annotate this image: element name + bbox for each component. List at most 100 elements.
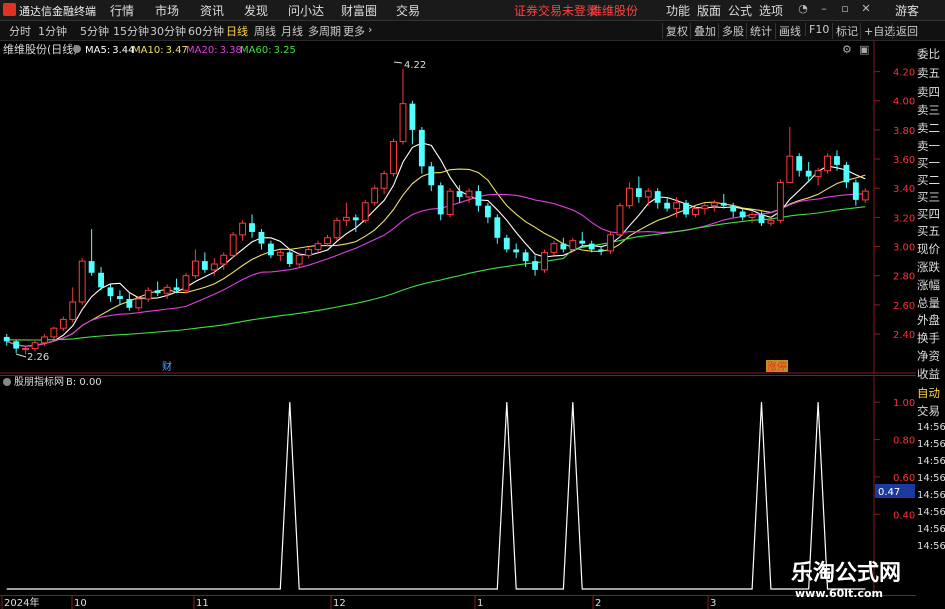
menu-trade[interactable]: 交易: [396, 2, 420, 19]
candle[interactable]: [616, 202, 624, 238]
price-tick-label: 2.80: [893, 272, 915, 283]
price-tick-label: 2.60: [893, 301, 915, 312]
tool-draw[interactable]: 画线: [775, 23, 801, 39]
price-tick-label: 3.80: [893, 126, 915, 137]
period-daily[interactable]: 日线: [226, 23, 248, 39]
close-icon[interactable]: ✕: [859, 2, 873, 16]
side-bid4[interactable]: 买四: [917, 206, 945, 222]
menu-market[interactable]: 市场: [155, 2, 179, 19]
watermark-title: 乐淘公式网: [791, 561, 902, 586]
side-bid2[interactable]: 买二: [917, 172, 945, 188]
guest-label[interactable]: 游客: [895, 2, 919, 19]
side-time: 14:56: [917, 524, 945, 535]
menu-quotes[interactable]: 行情: [110, 2, 134, 19]
period-intraday[interactable]: 分时: [9, 23, 31, 39]
side-ask5[interactable]: 卖五: [917, 65, 945, 81]
tool-adjust[interactable]: 复权: [662, 23, 688, 39]
indicator-tick-label: 0.80: [893, 436, 915, 447]
side-ask4[interactable]: 卖四: [917, 84, 945, 100]
tool-f10[interactable]: F10: [805, 23, 829, 36]
minimize-icon[interactable]: –: [817, 2, 831, 16]
candle[interactable]: [541, 249, 548, 273]
ma5-label: MA5: 3.44: [85, 45, 134, 56]
side-ask1[interactable]: 卖一: [917, 138, 945, 154]
period-toolbar: 分时 1分钟 5分钟 15分钟 30分钟 60分钟 日线 周线 月线 多周期 更…: [0, 21, 945, 41]
login-warning[interactable]: 证券交易未登录: [514, 2, 598, 19]
menu-news[interactable]: 资讯: [200, 2, 224, 19]
tool-back[interactable]: 返回: [892, 23, 918, 39]
candle[interactable]: [776, 179, 784, 224]
side-price[interactable]: 现价: [917, 241, 945, 257]
side-bid1[interactable]: 买一: [917, 155, 945, 171]
side-trade[interactable]: 交易: [917, 403, 945, 419]
collapse-icon[interactable]: ▣: [859, 43, 869, 56]
side-turnover[interactable]: 换手: [917, 330, 945, 346]
date-axis: 2024年 10 11 12 1 2 3: [0, 595, 916, 609]
indicator-value: B: 0.00: [66, 377, 102, 388]
tool-multi-stock[interactable]: 多股: [718, 23, 744, 39]
ma60-label: MA60: 3.25: [240, 45, 296, 56]
candle[interactable]: [446, 188, 454, 218]
side-volume[interactable]: 总量: [917, 295, 945, 311]
indicator-settings-icon[interactable]: [3, 378, 11, 386]
price-tick-label: 3.00: [893, 243, 915, 254]
side-outer-volume[interactable]: 外盘: [917, 312, 945, 328]
menu-function[interactable]: 功能: [666, 2, 690, 19]
side-ask3[interactable]: 卖三: [917, 102, 945, 118]
app-title: 通达信金融终端: [19, 5, 96, 18]
side-bid3[interactable]: 买三: [917, 189, 945, 205]
menu-formula[interactable]: 公式: [728, 2, 752, 19]
candle[interactable]: [607, 231, 614, 254]
candle[interactable]: [333, 217, 341, 241]
side-committee-ratio[interactable]: 委比: [917, 46, 945, 62]
period-30min[interactable]: 30分钟: [150, 23, 186, 39]
event-limit-up-mark[interactable]: 涨停: [767, 360, 787, 373]
menu-wealth[interactable]: 财富圈: [341, 2, 377, 19]
side-time: 14:56: [917, 456, 945, 467]
side-net-asset[interactable]: 净资: [917, 348, 945, 364]
settings-icon[interactable]: ⚙: [842, 43, 852, 56]
settings-circle-icon[interactable]: [73, 45, 81, 53]
side-earnings[interactable]: 收益: [917, 366, 945, 382]
menu-layout[interactable]: 版面: [697, 2, 721, 19]
event-finance-mark[interactable]: 财: [162, 360, 172, 373]
candle[interactable]: [361, 199, 369, 224]
indicator-chart[interactable]: 1.00 0.80 0.60 0.40 股朋指标网 B: 0.00 0.47: [0, 375, 916, 595]
candle[interactable]: [182, 272, 190, 294]
side-bid5[interactable]: 买五: [917, 223, 945, 239]
tool-overlay[interactable]: 叠加: [690, 23, 716, 39]
period-1min[interactable]: 1分钟: [38, 23, 67, 39]
user-icon[interactable]: ◔: [796, 2, 810, 16]
period-15min[interactable]: 15分钟: [113, 23, 149, 39]
indicator-tick-label: 0.40: [893, 510, 915, 521]
candle[interactable]: [390, 138, 397, 177]
period-60min[interactable]: 60分钟: [188, 23, 224, 39]
menu-options[interactable]: 选项: [759, 2, 783, 19]
period-weekly[interactable]: 周线: [254, 23, 276, 39]
candle[interactable]: [371, 185, 379, 206]
period-monthly[interactable]: 月线: [281, 23, 303, 39]
tool-mark[interactable]: 标记: [832, 23, 858, 39]
candle[interactable]: [824, 153, 831, 174]
date-tick-label: 3: [710, 598, 716, 609]
period-multi[interactable]: 多周期: [308, 23, 341, 39]
candle[interactable]: [78, 258, 86, 305]
side-change[interactable]: 涨跌: [917, 259, 945, 275]
restore-icon[interactable]: ▫: [838, 2, 852, 16]
chevron-right-icon[interactable]: ›: [368, 23, 372, 36]
period-5min[interactable]: 5分钟: [80, 23, 109, 39]
menu-discover[interactable]: 发现: [244, 2, 268, 19]
period-more[interactable]: 更多: [343, 23, 365, 39]
app-logo-icon: [3, 3, 16, 16]
price-tick-label: 4.00: [893, 97, 915, 108]
tool-add-watchlist[interactable]: +自选: [860, 23, 895, 39]
side-change-pct[interactable]: 涨幅: [917, 277, 945, 293]
tool-stats[interactable]: 统计: [746, 23, 772, 39]
quote-side-panel: 委比 卖五 卖四 卖三 卖二 卖一 买一 买二 买三 买四 买五 现价 涨跌 涨…: [917, 41, 945, 609]
price-tick-label: 3.40: [893, 184, 915, 195]
side-ask2[interactable]: 卖二: [917, 120, 945, 136]
candlestick-chart[interactable]: 4.20 4.00 3.80 3.60 3.40 3.20 3.00 2.80 2.60 2.40…: [0, 41, 916, 374]
side-auto[interactable]: 自动: [917, 385, 945, 401]
candle[interactable]: [229, 231, 237, 259]
menu-ask[interactable]: 问小达: [288, 2, 324, 19]
